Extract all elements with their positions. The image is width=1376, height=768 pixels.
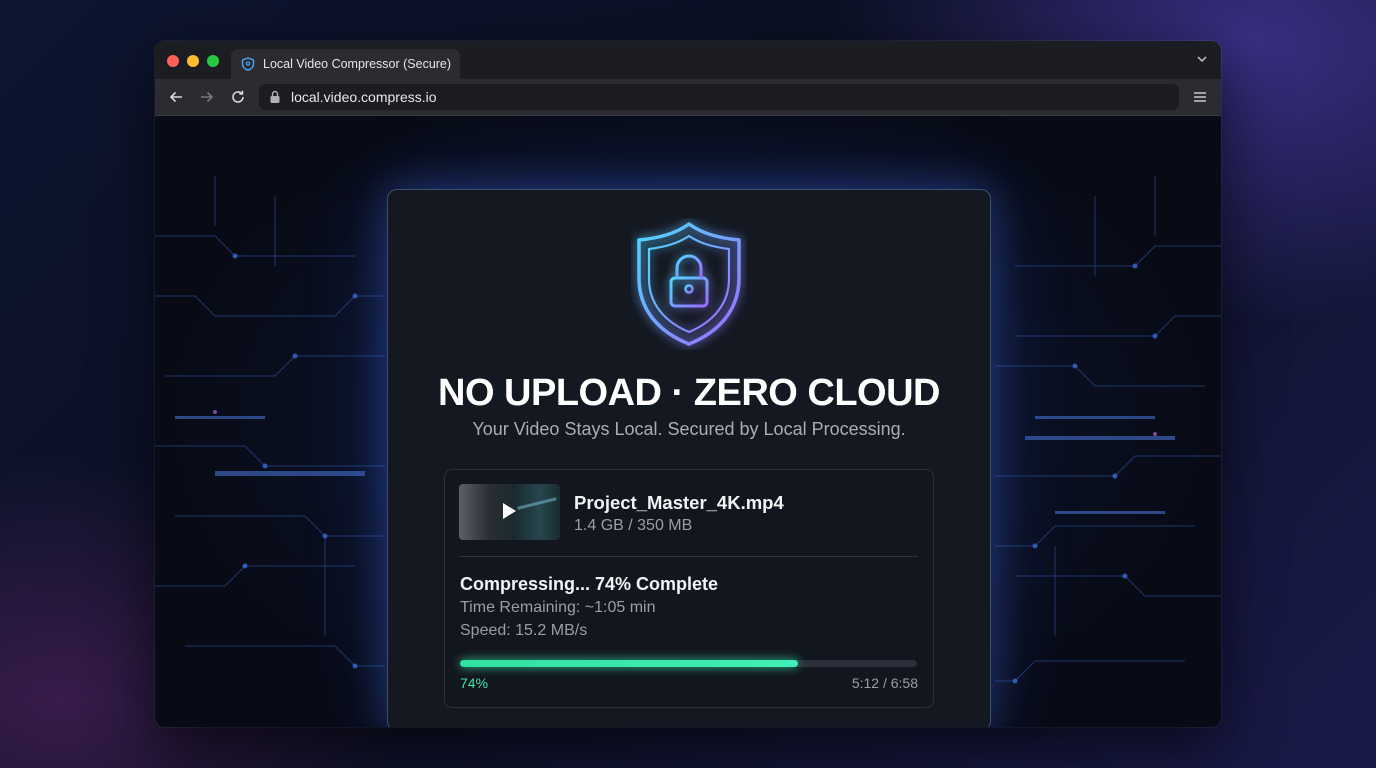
- subheadline: Your Video Stays Local. Secured by Local…: [472, 419, 906, 439]
- back-button[interactable]: [166, 87, 186, 107]
- shield-icon: [241, 57, 255, 71]
- chevron-down-icon[interactable]: [1195, 52, 1209, 66]
- arrow-right-icon: [201, 91, 214, 103]
- menu-button[interactable]: [1191, 87, 1209, 107]
- browser-toolbar: local.video.compress.io: [155, 79, 1221, 116]
- progress-track: [460, 660, 917, 667]
- progress-fill: [460, 660, 799, 667]
- compression-card: NO UPLOAD · ZERO CLOUD Your Video Stays …: [387, 189, 991, 727]
- file-size: 1.4 GB / 350 MB: [574, 517, 693, 534]
- play-icon: [503, 503, 516, 519]
- headline: NO UPLOAD · ZERO CLOUD: [438, 372, 940, 414]
- file-name: Project_Master_4K.mp4: [574, 492, 784, 513]
- forward-button[interactable]: [197, 87, 217, 107]
- file-progress-panel: Project_Master_4K.mp4 1.4 GB / 350 MB Co…: [444, 469, 934, 708]
- compression-speed: Speed: 15.2 MB/s: [460, 622, 588, 639]
- divider: [459, 556, 918, 557]
- close-window-button[interactable]: [167, 55, 179, 67]
- time-remaining: Time Remaining: ~1:05 min: [460, 599, 656, 616]
- progress-time: 5:12 / 6:58: [851, 675, 918, 691]
- hamburger-icon: [1194, 92, 1206, 102]
- compression-status: Compressing... 74% Complete: [460, 574, 719, 594]
- lock-icon: [269, 90, 281, 104]
- page-viewport: NO UPLOAD · ZERO CLOUD Your Video Stays …: [155, 116, 1221, 727]
- thumbnail-streak: [517, 497, 557, 510]
- arrow-left-icon: [169, 91, 182, 103]
- active-tab[interactable]: Local Video Compressor (Secure): [231, 49, 460, 79]
- address-bar[interactable]: local.video.compress.io: [259, 84, 1179, 110]
- minimize-window-button[interactable]: [187, 55, 199, 67]
- url-text: local.video.compress.io: [291, 89, 437, 105]
- tab-title: Local Video Compressor (Secure): [263, 57, 452, 71]
- tab-bar: Local Video Compressor (Secure): [155, 41, 1221, 79]
- video-thumbnail[interactable]: [459, 484, 560, 540]
- reload-icon: [232, 90, 244, 103]
- shield-lock-icon: [637, 222, 741, 346]
- maximize-window-button[interactable]: [207, 55, 219, 67]
- browser-window: Local Video Compressor (Secure) local.vi…: [155, 41, 1221, 727]
- reload-button[interactable]: [228, 87, 248, 107]
- progress-percent: 74%: [460, 675, 489, 691]
